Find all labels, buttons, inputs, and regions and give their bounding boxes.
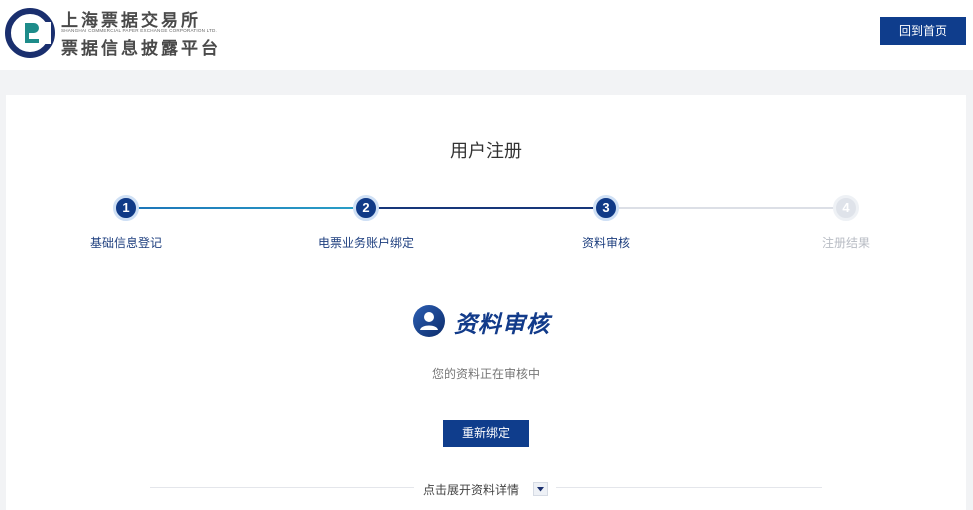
user-profile-icon xyxy=(413,305,445,337)
step-3-circle: 3 xyxy=(593,195,619,221)
step-4-circle: 4 xyxy=(833,195,859,221)
brand-english-name: SHANGHAI COMMERCIAL PAPER EXCHANGE CORPO… xyxy=(61,28,218,33)
step-1-circle: 1 xyxy=(113,195,139,221)
step-2-circle: 2 xyxy=(353,195,379,221)
divider xyxy=(556,487,822,488)
platform-name: 票据信息披露平台 xyxy=(61,39,221,59)
registration-card: 用户注册 1 基础信息登记 2 电票业务账户绑定 3 资料审核 4 注册结果 资… xyxy=(6,95,966,510)
expand-details-link[interactable]: 点击展开资料详情 xyxy=(423,481,519,498)
caret-down-icon xyxy=(537,487,544,492)
step-connector xyxy=(126,207,366,209)
sce-logo-icon xyxy=(5,8,55,58)
divider xyxy=(150,487,414,488)
step-connector xyxy=(606,207,846,209)
rebind-button[interactable]: 重新绑定 xyxy=(443,420,529,447)
step-2-label: 电票业务账户绑定 xyxy=(317,236,414,250)
header: 上海票据交易所 SHANGHAI COMMERCIAL PAPER EXCHAN… xyxy=(0,0,973,70)
status-title: 资料审核 xyxy=(454,312,550,338)
page-title: 用户注册 xyxy=(450,141,522,162)
step-connector xyxy=(366,207,606,209)
status-description: 您的资料正在审核中 xyxy=(431,367,540,381)
step-4-label: 注册结果 xyxy=(821,236,870,250)
expand-toggle-button[interactable] xyxy=(533,482,548,496)
step-3-label: 资料审核 xyxy=(581,236,630,250)
home-button[interactable]: 回到首页 xyxy=(880,17,966,45)
step-1-label: 基础信息登记 xyxy=(89,236,162,250)
